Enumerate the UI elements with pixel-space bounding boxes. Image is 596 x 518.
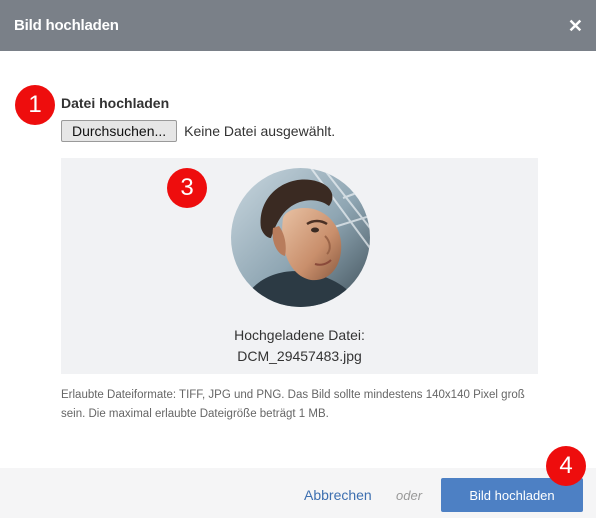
dialog-title: Bild hochladen	[14, 17, 119, 34]
upload-field-label: Datei hochladen	[61, 95, 170, 111]
uploaded-photo	[231, 168, 370, 307]
uploaded-file-caption: Hochgeladene Datei:	[234, 327, 365, 343]
cancel-link[interactable]: Abbrechen	[304, 487, 372, 503]
image-preview-panel: Hochgeladene Datei: DCM_29457483.jpg	[61, 158, 538, 374]
browse-button[interactable]: Durchsuchen...	[61, 120, 178, 142]
file-status-text: Keine Datei ausgewählt.	[184, 123, 336, 139]
or-separator: oder	[396, 488, 423, 503]
close-icon[interactable]: ✕	[568, 17, 583, 35]
photo-image	[231, 168, 370, 307]
file-input-row: Durchsuchen... Keine Datei ausgewählt.	[61, 120, 335, 142]
annotation-marker-3: 3	[167, 168, 207, 208]
annotation-marker-4: 4	[546, 446, 586, 486]
upload-hint-text: Erlaubte Dateiformate: TIFF, JPG und PNG…	[61, 389, 525, 420]
uploaded-file-name: DCM_29457483.jpg	[237, 348, 362, 364]
dialog-header: Bild hochladen ✕	[0, 0, 596, 51]
annotation-marker-1: 1	[15, 85, 55, 125]
